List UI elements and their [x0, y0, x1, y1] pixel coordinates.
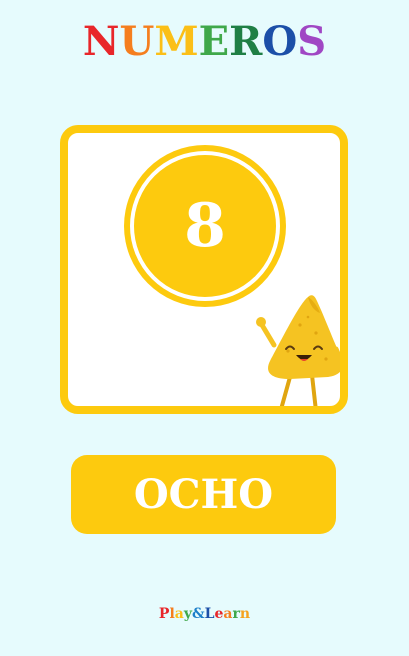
footer-letter: y [183, 606, 192, 622]
number-word-button[interactable]: OCHO [71, 455, 336, 534]
title-letter: S [297, 18, 327, 65]
title-letter: O [262, 18, 298, 65]
number-word-label: OCHO [133, 471, 274, 518]
footer-letter: L [204, 606, 215, 622]
footer-letter: P [158, 606, 170, 622]
number-circle-ring: 8 [130, 151, 280, 301]
number-digit: 8 [184, 191, 226, 261]
brand-footer: Play&Learn [0, 606, 409, 622]
footer-letter: a [174, 606, 184, 622]
app-title: NUMEROS [0, 20, 409, 64]
footer-letter: a [223, 606, 233, 622]
title-letter: U [119, 18, 155, 65]
footer-letter: e [214, 606, 224, 622]
footer-letter: n [239, 606, 251, 622]
title-letter: N [82, 18, 120, 65]
number-circle: 8 [124, 145, 286, 307]
number-card: 8 [60, 125, 348, 414]
title-letter: E [198, 18, 230, 65]
footer-letter: r [232, 606, 240, 622]
footer-letter: & [192, 606, 205, 622]
nacho-chip-mascot-icon [256, 295, 340, 406]
title-letter: M [154, 18, 199, 65]
title-letter: R [229, 18, 263, 65]
